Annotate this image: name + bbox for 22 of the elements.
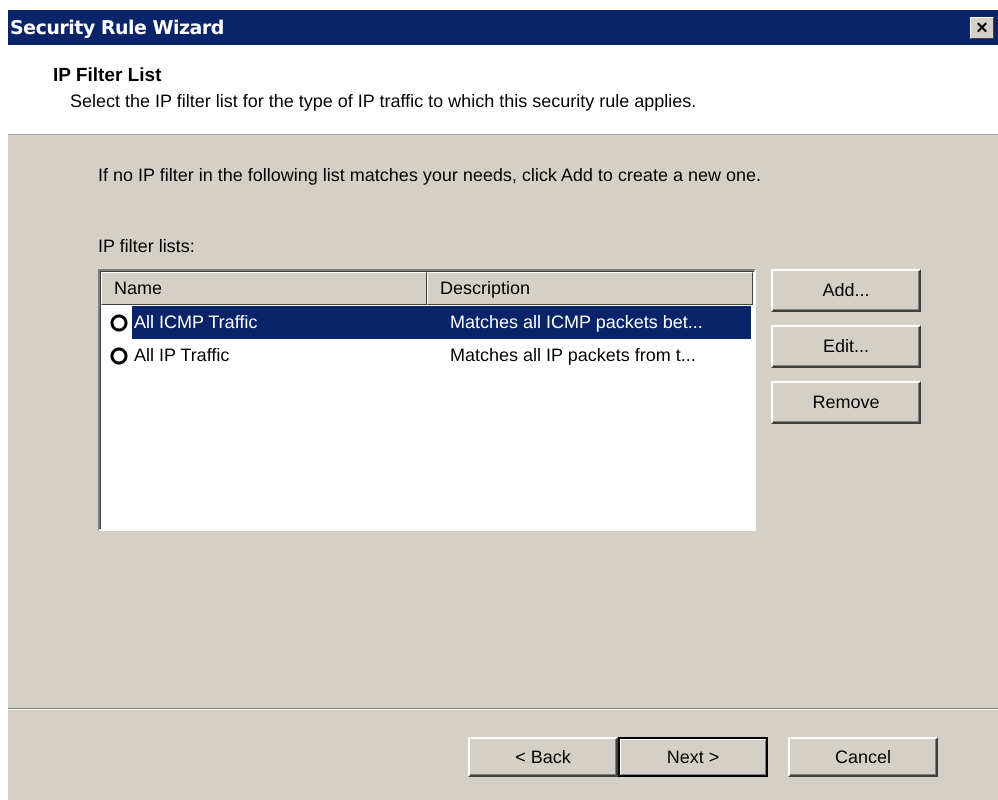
wizard-button[interactable]: Next > (618, 737, 768, 777)
list-label: IP filter lists: (98, 236, 196, 257)
list-row[interactable]: All ICMP Traffic Matches all ICMP packets bet... (100, 306, 754, 339)
table-cell: All ICMP Traffic (132, 306, 438, 339)
list-action-button[interactable]: Remove (771, 381, 921, 424)
instruction-text: If no IP filter in the following list matches your needs, click Add to create a new one. (98, 165, 762, 186)
close-button[interactable]: × (970, 16, 994, 38)
list-action-button[interactable]: Edit... (771, 325, 921, 368)
table-cell-text: All IP Traffic (133, 344, 230, 367)
window-title: Security Rule Wizard (10, 16, 224, 38)
circle-icon (110, 346, 128, 364)
column-header[interactable]: Name (101, 272, 427, 305)
list-row[interactable]: All IP Traffic Matches all IP packets from t... (100, 339, 754, 372)
table-cell: Matches all ICMP packets bet... (438, 306, 751, 339)
page-title: IP Filter List (53, 65, 162, 87)
page-subtitle: Select the IP filter list for the type of IP traffic to which this security rule applies. (70, 91, 698, 112)
table-cell-text: Matches all IP packets from t... (449, 344, 697, 367)
list-action-button[interactable]: Add... (771, 269, 921, 312)
wizard-button[interactable]: Cancel (788, 737, 938, 777)
column-header[interactable]: Description (427, 272, 753, 305)
circle-icon (110, 314, 128, 332)
wizard-button[interactable]: < Back (468, 737, 618, 777)
